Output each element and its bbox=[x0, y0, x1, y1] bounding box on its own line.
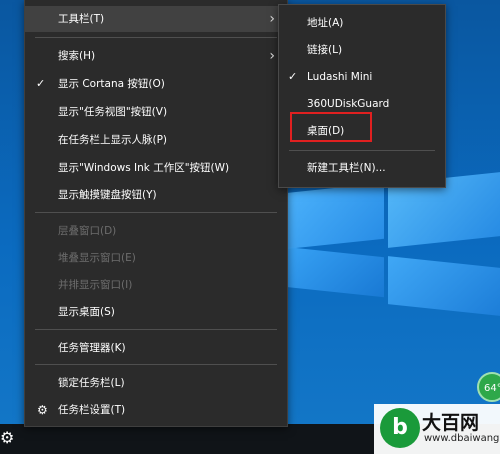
menu-separator bbox=[35, 212, 277, 213]
menu-item-label: 在任务栏上显示人脉(P) bbox=[58, 134, 168, 146]
menu-item-label: 任务栏设置(T) bbox=[58, 404, 126, 416]
submenu-item-ludashi-mini[interactable]: ✓ Ludashi Mini bbox=[279, 64, 445, 90]
taskbar-context-menu: 工具栏(T) › 搜索(H) › ✓ 显示 Cortana 按钮(O) 显示"任… bbox=[24, 0, 288, 427]
checkmark-icon: ✓ bbox=[288, 70, 298, 83]
menu-item-label: 任务管理器(K) bbox=[58, 342, 126, 354]
menu-item-task-view[interactable]: 显示"任务视图"按钮(V) bbox=[25, 99, 287, 125]
menu-item-label: 工具栏(T) bbox=[58, 13, 105, 25]
tray-temperature-badge[interactable]: 64° bbox=[477, 372, 500, 402]
menu-item-label: 搜索(H) bbox=[58, 50, 96, 62]
menu-item-label: 新建工具栏(N)... bbox=[307, 162, 386, 174]
watermark-title: 大百网 bbox=[422, 412, 480, 434]
watermark-logo: b bbox=[380, 408, 420, 448]
menu-item-label: 锁定任务栏(L) bbox=[58, 377, 125, 389]
gear-icon[interactable]: ⚙ bbox=[0, 424, 18, 454]
submenu-item-address[interactable]: 地址(A) bbox=[279, 10, 445, 36]
menu-item-task-manager[interactable]: 任务管理器(K) bbox=[25, 335, 287, 361]
menu-separator bbox=[35, 329, 277, 330]
menu-item-label: 层叠窗口(D) bbox=[58, 225, 117, 237]
menu-item-label: Ludashi Mini bbox=[307, 71, 373, 83]
menu-item-label: 显示"Windows Ink 工作区"按钮(W) bbox=[58, 162, 230, 174]
menu-item-label: 堆叠显示窗口(E) bbox=[58, 252, 136, 264]
menu-separator bbox=[35, 37, 277, 38]
menu-item-side-by-side: 并排显示窗口(I) bbox=[25, 272, 287, 298]
menu-item-lock-taskbar[interactable]: 锁定任务栏(L) bbox=[25, 370, 287, 396]
menu-separator bbox=[289, 150, 435, 151]
menu-item-toolbars[interactable]: 工具栏(T) › bbox=[25, 6, 287, 32]
checkmark-icon: ✓ bbox=[36, 77, 46, 90]
menu-item-search[interactable]: 搜索(H) › bbox=[25, 43, 287, 69]
toolbars-submenu: 地址(A) 链接(L) ✓ Ludashi Mini 360UDiskGuard… bbox=[278, 4, 446, 188]
menu-item-show-cortana[interactable]: ✓ 显示 Cortana 按钮(O) bbox=[25, 71, 287, 97]
menu-separator bbox=[35, 364, 277, 365]
menu-item-label: 链接(L) bbox=[307, 44, 343, 56]
menu-item-stack-windows: 堆叠显示窗口(E) bbox=[25, 245, 287, 271]
submenu-item-links[interactable]: 链接(L) bbox=[279, 37, 445, 63]
chevron-right-icon: › bbox=[269, 48, 275, 64]
gear-icon: ⚙ bbox=[37, 403, 48, 417]
menu-item-label: 地址(A) bbox=[307, 17, 344, 29]
menu-item-touch-keyboard[interactable]: 显示触摸键盘按钮(Y) bbox=[25, 182, 287, 208]
menu-item-label: 显示触摸键盘按钮(Y) bbox=[58, 189, 157, 201]
windows-logo-pane bbox=[284, 182, 384, 250]
menu-item-people[interactable]: 在任务栏上显示人脉(P) bbox=[25, 127, 287, 153]
submenu-item-new-toolbar[interactable]: 新建工具栏(N)... bbox=[279, 155, 445, 181]
watermark-url: www.dbaiwang.com bbox=[424, 433, 500, 444]
menu-item-label: 显示"任务视图"按钮(V) bbox=[58, 106, 168, 118]
annotation-highlight-box bbox=[290, 112, 372, 142]
menu-item-taskbar-settings[interactable]: ⚙ 任务栏设置(T) bbox=[25, 397, 287, 423]
menu-item-label: 并排显示窗口(I) bbox=[58, 279, 133, 291]
menu-item-label: 显示桌面(S) bbox=[58, 306, 115, 318]
chevron-right-icon: › bbox=[269, 11, 275, 27]
menu-item-windows-ink[interactable]: 显示"Windows Ink 工作区"按钮(W) bbox=[25, 155, 287, 181]
menu-item-show-desktop[interactable]: 显示桌面(S) bbox=[25, 299, 287, 325]
menu-item-label: 显示 Cortana 按钮(O) bbox=[58, 78, 165, 90]
menu-item-cascade-windows: 层叠窗口(D) bbox=[25, 218, 287, 244]
